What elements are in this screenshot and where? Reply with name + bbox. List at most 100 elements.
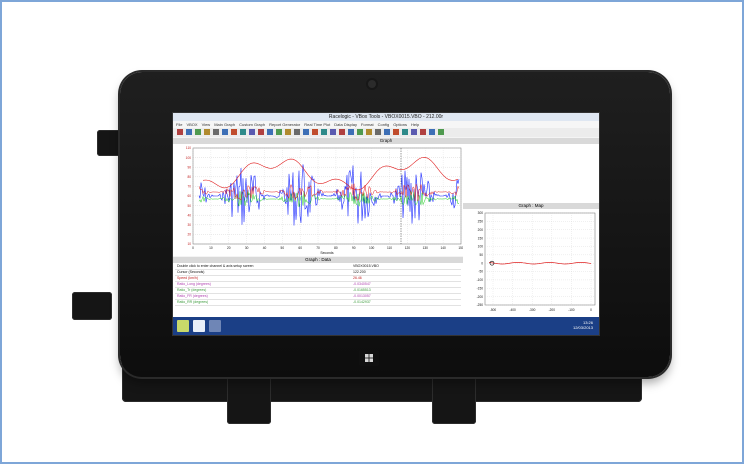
table-row[interactable]: Ratio_RR (degrees) -0.0142937 [175,300,461,306]
map-y-tick: -250 [477,303,484,307]
toolbar-icon[interactable] [384,129,390,135]
x-tick-label: 80 [334,246,338,250]
menu-item[interactable]: Real Time Plot [304,122,330,127]
windows-logo-icon [359,350,379,366]
map-x-tick: 0 [590,308,592,312]
taskbar: 13:26 12/03/2013 [173,317,599,335]
toolbar-icon[interactable] [312,129,318,135]
camera-lens [368,80,376,88]
toolbar-icon[interactable] [429,129,435,135]
toolbar-icon[interactable] [186,129,192,135]
toolbar-icon[interactable] [402,129,408,135]
y-tick-label: 90 [187,165,191,169]
data-table: Double click to enter channel & axis set… [173,263,463,317]
row-value: -0.0013057 [353,294,371,298]
map-x-tick: -200 [549,308,556,312]
y-tick-label: 50 [187,204,191,208]
toolbar-icon[interactable] [204,129,210,135]
x-tick-label: 40 [263,246,267,250]
toolbar-icon[interactable] [375,129,381,135]
toolbar-icon[interactable] [249,129,255,135]
toolbar-icon[interactable] [285,129,291,135]
menu-item[interactable]: Report Generator [269,122,300,127]
x-tick-label: 10 [209,246,213,250]
menu-item[interactable]: Main Graph [214,122,235,127]
toolbar-icon[interactable] [276,129,282,135]
x-tick-label: 60 [298,246,302,250]
toolbar-icon[interactable] [321,129,327,135]
taskbar-app-3[interactable] [209,320,221,332]
toolbar-icon[interactable] [213,129,219,135]
menu-item[interactable]: Config [378,122,390,127]
map-area [484,212,596,306]
map-y-tick: -100 [477,278,484,282]
map-x-tick: -400 [509,308,516,312]
map-y-tick: 0 [481,261,483,265]
toolbar-icon[interactable] [177,129,183,135]
toolbar-icon[interactable] [330,129,336,135]
y-tick-label: 30 [187,223,191,227]
window-title: Racelogic - VBox Tools - VBOX0015.VBO - … [173,113,599,121]
map-x-tick: -300 [529,308,536,312]
row-label: Double click to enter channel & axis set… [177,264,254,268]
menu-item[interactable]: File [176,122,182,127]
x-tick-label: 140 [440,246,446,250]
menu-item[interactable]: VBOX [186,122,197,127]
map-y-tick: -50 [478,270,483,274]
toolbar-icon[interactable] [195,129,201,135]
map-y-tick: 50 [479,253,483,257]
map-y-tick: 250 [478,220,484,224]
y-tick-label: 40 [187,213,191,217]
x-tick-label: 90 [352,246,356,250]
taskbar-app-1[interactable] [177,320,189,332]
menu-item[interactable]: Custom Graph [239,122,265,127]
menu-item[interactable]: Format [361,122,374,127]
toolbar-icon[interactable] [438,129,444,135]
map-x-tick: -500 [490,308,497,312]
toolbar-icon[interactable] [366,129,372,135]
toolbar-icon[interactable] [222,129,228,135]
map-y-tick: 100 [478,245,484,249]
toolbar-icon[interactable] [258,129,264,135]
taskbar-clock: 13:26 12/03/2013 [573,320,593,330]
x-tick-label: 100 [369,246,375,250]
toolbar-icon[interactable] [357,129,363,135]
toolbar-icon[interactable] [393,129,399,135]
x-tick-label: 0 [192,246,194,250]
row-value: VBOX0015.VBO [353,264,379,268]
map-y-tick: 150 [478,236,484,240]
x-tick-label: 110 [387,246,392,250]
toolbar-icon[interactable] [348,129,354,135]
photo-frame: Racelogic - VBox Tools - VBOX0015.VBO - … [0,0,744,464]
tablet-screen: Racelogic - VBox Tools - VBOX0015.VBO - … [172,112,600,336]
toolbar-icon[interactable] [231,129,237,135]
y-tick-label: 60 [187,194,191,198]
toolbar-icon[interactable] [294,129,300,135]
toolbar-icon[interactable] [411,129,417,135]
map-y-tick: 200 [478,228,484,232]
row-label: Speed (km/h) [177,276,199,280]
toolbar-icon[interactable] [303,129,309,135]
menu-bar: File VBOX View Main Graph Custom Graph Report… [173,121,599,128]
y-tick-label: 70 [187,185,191,189]
x-tick-label: 30 [245,246,249,250]
taskbar-app-2[interactable] [193,320,205,332]
map-svg: 300 250 200 150 100 50 0 -50 -100 -150 -200 -250 -50… [477,211,596,312]
toolbar-icon[interactable] [420,129,426,135]
toolbar-icon[interactable] [267,129,273,135]
toolbar-icon[interactable] [240,129,246,135]
row-value: -0.0142937 [353,300,371,304]
x-tick-label: 70 [316,246,320,250]
menu-item[interactable]: Options [393,122,407,127]
menu-item[interactable]: View [202,122,211,127]
row-label: Ratio_Long (degrees) [177,282,211,286]
x-tick-label: 20 [227,246,231,250]
toolbar-icon[interactable] [339,129,345,135]
map-y-tick: -150 [477,286,484,290]
y-tick-label: 10 [187,242,191,246]
mount-clip-left-bottom [72,292,112,320]
menu-item[interactable]: Help [411,122,419,127]
y-tick-label: 80 [187,175,191,179]
y-tick-label: 100 [186,156,192,160]
menu-item[interactable]: Data Display [334,122,357,127]
